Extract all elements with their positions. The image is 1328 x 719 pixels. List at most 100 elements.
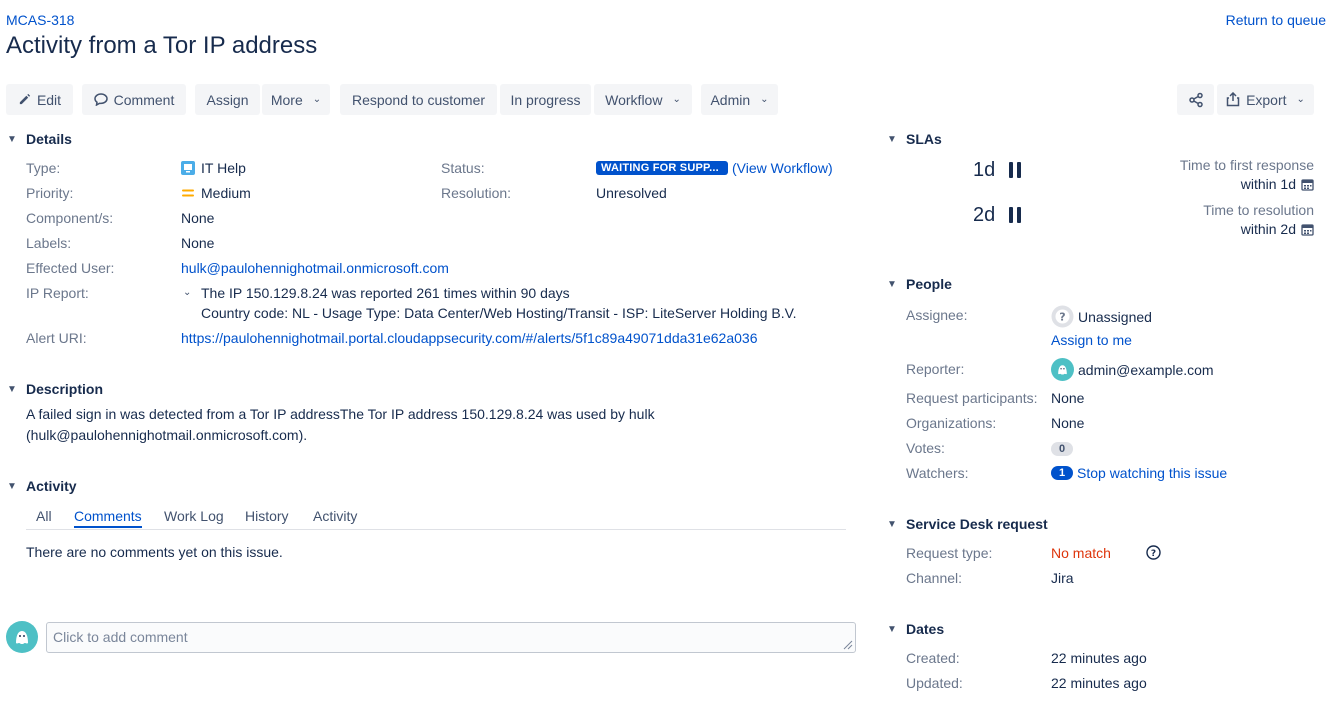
export-button-label: Export [1246,91,1287,108]
view-workflow-link[interactable]: (View Workflow) [732,160,833,176]
updated-label: Updated: [906,675,963,691]
assign-to-me-link[interactable]: Assign to me [1051,332,1132,348]
watchers-count-badge[interactable]: 1 [1051,466,1073,480]
export-icon [1226,92,1240,107]
labels-value: None [181,235,215,251]
reporter-label: Reporter: [906,361,965,377]
type-value: IT Help [181,160,246,176]
assign-button[interactable]: Assign [195,84,260,115]
user-avatar-icon [16,631,28,644]
type-label: Type: [26,160,61,176]
share-icon [1188,92,1203,107]
assign-button-label: Assign [206,91,249,108]
sla-name: Time to first response [1179,157,1314,173]
slas-heading: SLAs [906,131,942,147]
components-label: Component/s: [26,210,114,226]
resize-handle-icon[interactable] [843,640,853,650]
share-button[interactable] [1177,84,1214,115]
reporter-text: admin@example.com [1078,361,1214,378]
calendar-icon [1301,178,1314,191]
chevron-down-icon: ⌄ [672,94,681,105]
sla-remaining-first-response: 1d [973,159,996,181]
organizations-label: Organizations: [906,415,997,431]
watchers-label: Watchers: [906,465,969,481]
assignee-label: Assignee: [906,307,968,323]
description-section-toggle[interactable]: ▼ Description [6,381,103,397]
labels-label: Labels: [26,235,72,251]
return-to-queue-link[interactable]: Return to queue [1226,12,1326,28]
activity-section-toggle[interactable]: ▼ Activity [6,478,77,494]
sla-goal: within 1d [1240,176,1296,192]
in-progress-button[interactable]: In progress [500,84,591,115]
votes-badge: 0 [1051,442,1073,457]
speech-bubble-icon [93,93,108,106]
channel-value: Jira [1051,570,1074,586]
issue-key-link[interactable]: MCAS-318 [6,12,74,28]
sla-goal-row: within 2d [1203,221,1314,237]
question-circle-icon[interactable]: ? [1146,545,1161,560]
details-section-toggle[interactable]: ▼ Details [6,131,72,147]
people-section-toggle[interactable]: ▼ People [886,276,952,292]
priority-value: Medium [181,185,251,201]
resolution-value: Unresolved [596,185,667,201]
votes-value[interactable]: 0 [1051,440,1073,457]
tab-history[interactable]: History [245,508,289,524]
ip-report-line1: The IP 150.129.8.24 was reported 261 tim… [201,285,570,301]
organizations-value: None [1051,415,1085,431]
effected-user-label: Effected User: [26,260,115,276]
participants-label: Request participants: [906,390,1038,406]
chevron-down-icon: ▼ [7,383,17,395]
type-value-text: IT Help [201,160,246,176]
service-desk-section-toggle[interactable]: ▼ Service Desk request [886,516,1048,532]
ip-report-label: IP Report: [26,285,89,301]
user-avatar-icon [1058,365,1067,375]
workflow-button[interactable]: Workflow ⌄ [594,84,692,115]
avatar [1051,358,1074,381]
service-desk-heading: Service Desk request [906,516,1048,532]
status-label: Status: [441,160,485,176]
stop-watching-link[interactable]: Stop watching this issue [1077,465,1227,481]
add-comment-field[interactable]: Click to add comment [46,622,856,653]
it-help-icon [181,161,195,175]
comment-button[interactable]: Comment [82,84,186,115]
in-progress-button-label: In progress [510,91,581,108]
respond-to-customer-button[interactable]: Respond to customer [340,84,497,115]
no-comments-text: There are no comments yet on this issue. [26,544,283,560]
effected-user-link[interactable]: hulk@paulohennighotmail.onmicrosoft.com [181,260,449,276]
details-heading: Details [26,131,72,147]
ip-report-collapse-icon[interactable]: ⌄ [183,287,191,298]
more-button-label: More [270,91,303,108]
sla-goal-row: within 1d [1180,176,1314,192]
sla-remaining-resolution: 2d [973,204,996,226]
dates-section-toggle[interactable]: ▼ Dates [886,621,944,637]
respond-button-label: Respond to customer [351,91,486,108]
priority-label: Priority: [26,185,74,201]
sla-name: Time to resolution [1203,202,1314,218]
sla-goal: within 2d [1240,221,1296,237]
admin-button-label: Admin [710,91,751,108]
tab-work-log[interactable]: Work Log [164,508,224,524]
created-value: 22 minutes ago [1051,650,1147,666]
tab-all[interactable]: All [36,508,52,524]
edit-button[interactable]: Edit [6,84,73,115]
avatar [6,621,38,653]
tab-comments[interactable]: Comments [74,508,142,528]
status-lozenge: WAITING FOR SUPP... [596,161,728,175]
tab-activity[interactable]: Activity [313,508,357,524]
export-button[interactable]: Export ⌄ [1217,84,1314,115]
more-button[interactable]: More ⌄ [262,84,330,115]
chevron-down-icon: ▼ [7,480,17,492]
chevron-down-icon: ⌄ [312,94,322,105]
activity-heading: Activity [26,478,77,494]
admin-button[interactable]: Admin ⌄ [701,84,778,115]
alert-uri-label: Alert URI: [26,330,87,346]
votes-label: Votes: [906,440,945,456]
created-label: Created: [906,650,960,666]
participants-value: None [1051,390,1085,406]
svg-text:?: ? [1059,311,1065,324]
slas-section-toggle[interactable]: ▼ SLAs [886,131,942,147]
chevron-down-icon: ▼ [887,278,897,290]
priority-value-text: Medium [201,185,251,201]
pause-icon [1009,207,1021,223]
alert-uri-link[interactable]: https://paulohennighotmail.portal.clouda… [181,330,757,346]
